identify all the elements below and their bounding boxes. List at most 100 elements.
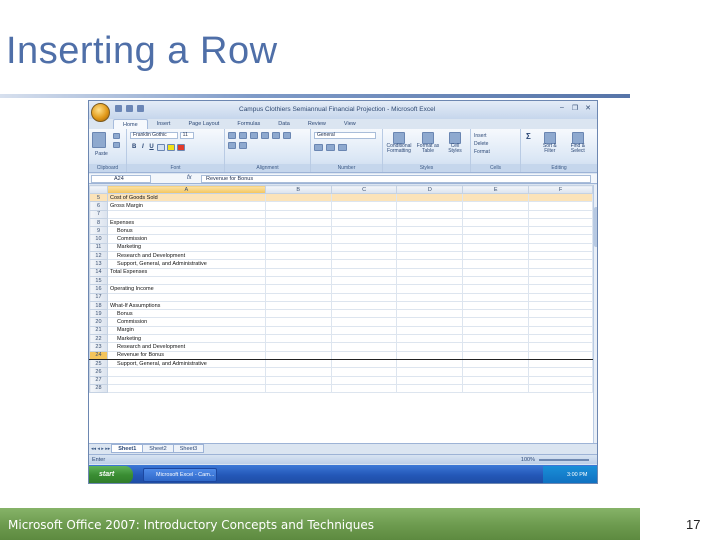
tab-insert[interactable]: Insert — [148, 119, 180, 129]
row-header[interactable]: 28 — [89, 383, 108, 394]
number-format-select[interactable]: General — [314, 132, 376, 139]
cell[interactable] — [462, 209, 530, 219]
borders-icon[interactable] — [157, 144, 166, 151]
cell[interactable] — [396, 217, 464, 228]
taskbar-excel-item[interactable]: Microsoft Excel - Cam... — [143, 468, 217, 482]
cell[interactable] — [462, 192, 530, 203]
cell-styles-button[interactable]: Cell Styles — [444, 132, 466, 164]
cell[interactable] — [528, 342, 593, 352]
cell[interactable] — [330, 226, 398, 236]
row-header[interactable]: 7 — [89, 209, 108, 219]
cell[interactable] — [264, 201, 332, 211]
align-center-icon[interactable] — [283, 132, 291, 139]
font-size-select[interactable]: 11 — [179, 132, 194, 139]
cell[interactable] — [396, 317, 464, 327]
cell-a[interactable]: Revenue for Bonus — [106, 350, 266, 360]
cell[interactable] — [396, 292, 464, 302]
save-icon[interactable] — [115, 105, 122, 112]
wrap-text-icon[interactable] — [261, 132, 269, 139]
cell[interactable] — [396, 375, 464, 385]
cell[interactable] — [528, 192, 593, 203]
row-header[interactable]: 17 — [89, 292, 108, 302]
cell[interactable] — [528, 350, 593, 360]
cell[interactable] — [462, 317, 530, 327]
cell[interactable] — [528, 358, 593, 369]
cell-a[interactable]: Total Expenses — [106, 267, 266, 277]
tab-formulas[interactable]: Formulas — [228, 119, 269, 129]
cell[interactable] — [396, 226, 464, 236]
cell-a[interactable]: Commission — [106, 234, 266, 244]
copy-icon[interactable] — [113, 142, 120, 148]
format-cells-button[interactable]: Format — [474, 148, 490, 156]
bold-button[interactable]: B — [130, 144, 138, 150]
row-header[interactable]: 23 — [89, 342, 108, 352]
cell[interactable] — [330, 292, 398, 302]
cell[interactable] — [528, 284, 593, 294]
name-box[interactable]: A24 — [91, 175, 151, 183]
sheet-tab-sheet1[interactable]: Sheet1 — [111, 444, 144, 453]
cell[interactable] — [264, 334, 332, 344]
redo-icon[interactable] — [137, 105, 144, 112]
italic-button[interactable]: I — [140, 144, 146, 150]
font-name-select[interactable]: Franklin Gothic — [130, 132, 178, 139]
cell[interactable] — [462, 325, 530, 336]
cell[interactable] — [462, 292, 530, 302]
column-header[interactable]: D — [396, 185, 464, 194]
cell[interactable] — [462, 383, 530, 394]
cell[interactable] — [330, 375, 398, 385]
align-left-icon[interactable] — [272, 132, 280, 139]
cell-a[interactable]: Support, General, and Administrative — [106, 358, 266, 369]
cell[interactable] — [528, 209, 593, 219]
row-header[interactable]: 18 — [89, 300, 108, 311]
close-button[interactable]: ✕ — [583, 104, 593, 112]
row-header[interactable]: 21 — [89, 325, 108, 336]
align-bottom-icon[interactable] — [250, 132, 258, 139]
cell[interactable] — [462, 284, 530, 294]
sort-filter-button[interactable]: Sort & Filter — [539, 132, 561, 164]
cell[interactable] — [330, 342, 398, 352]
cell[interactable] — [264, 309, 332, 319]
cell[interactable] — [264, 358, 332, 369]
undo-icon[interactable] — [126, 105, 133, 112]
cell[interactable] — [264, 192, 332, 203]
cell[interactable] — [330, 309, 398, 319]
cell-a[interactable]: Support, General, and Administrative — [106, 259, 266, 269]
tab-data[interactable]: Data — [269, 119, 299, 129]
cell[interactable] — [528, 317, 593, 327]
row-header[interactable]: 20 — [89, 317, 108, 327]
cell[interactable] — [264, 325, 332, 336]
cell-a[interactable]: Bonus — [106, 309, 266, 319]
cell[interactable] — [264, 234, 332, 244]
formula-input[interactable]: Revenue for Bonus — [201, 175, 591, 183]
cell[interactable] — [264, 292, 332, 302]
tab-page-layout[interactable]: Page Layout — [179, 119, 228, 129]
cell[interactable] — [528, 234, 593, 244]
cell[interactable] — [264, 342, 332, 352]
worksheet-grid[interactable]: A B C D E F 5 Cost of Goods Sold 6 Gross Ma… — [89, 185, 593, 443]
cell[interactable] — [396, 234, 464, 244]
start-button[interactable]: start — [89, 466, 133, 483]
cell[interactable] — [330, 217, 398, 228]
row-header[interactable]: 12 — [89, 251, 108, 261]
font-color-icon[interactable] — [176, 144, 185, 151]
row-header[interactable]: 27 — [89, 375, 108, 385]
cell[interactable] — [396, 259, 464, 269]
cell[interactable] — [462, 259, 530, 269]
cell[interactable] — [264, 317, 332, 327]
cell[interactable] — [528, 375, 593, 385]
cell[interactable] — [396, 383, 464, 394]
tab-view[interactable]: View — [335, 119, 365, 129]
cell[interactable] — [462, 342, 530, 352]
zoom-slider[interactable] — [539, 459, 589, 461]
cell[interactable] — [462, 234, 530, 244]
cell-a[interactable] — [106, 292, 266, 302]
cell[interactable] — [528, 292, 593, 302]
cell-a[interactable]: Operating Income — [106, 284, 266, 294]
cell[interactable] — [396, 267, 464, 277]
cell[interactable] — [396, 192, 464, 203]
cell[interactable] — [264, 259, 332, 269]
cell[interactable] — [528, 217, 593, 228]
cell[interactable] — [330, 383, 398, 394]
row-header[interactable]: 25 — [89, 358, 108, 369]
row-header[interactable]: 9 — [89, 226, 108, 236]
